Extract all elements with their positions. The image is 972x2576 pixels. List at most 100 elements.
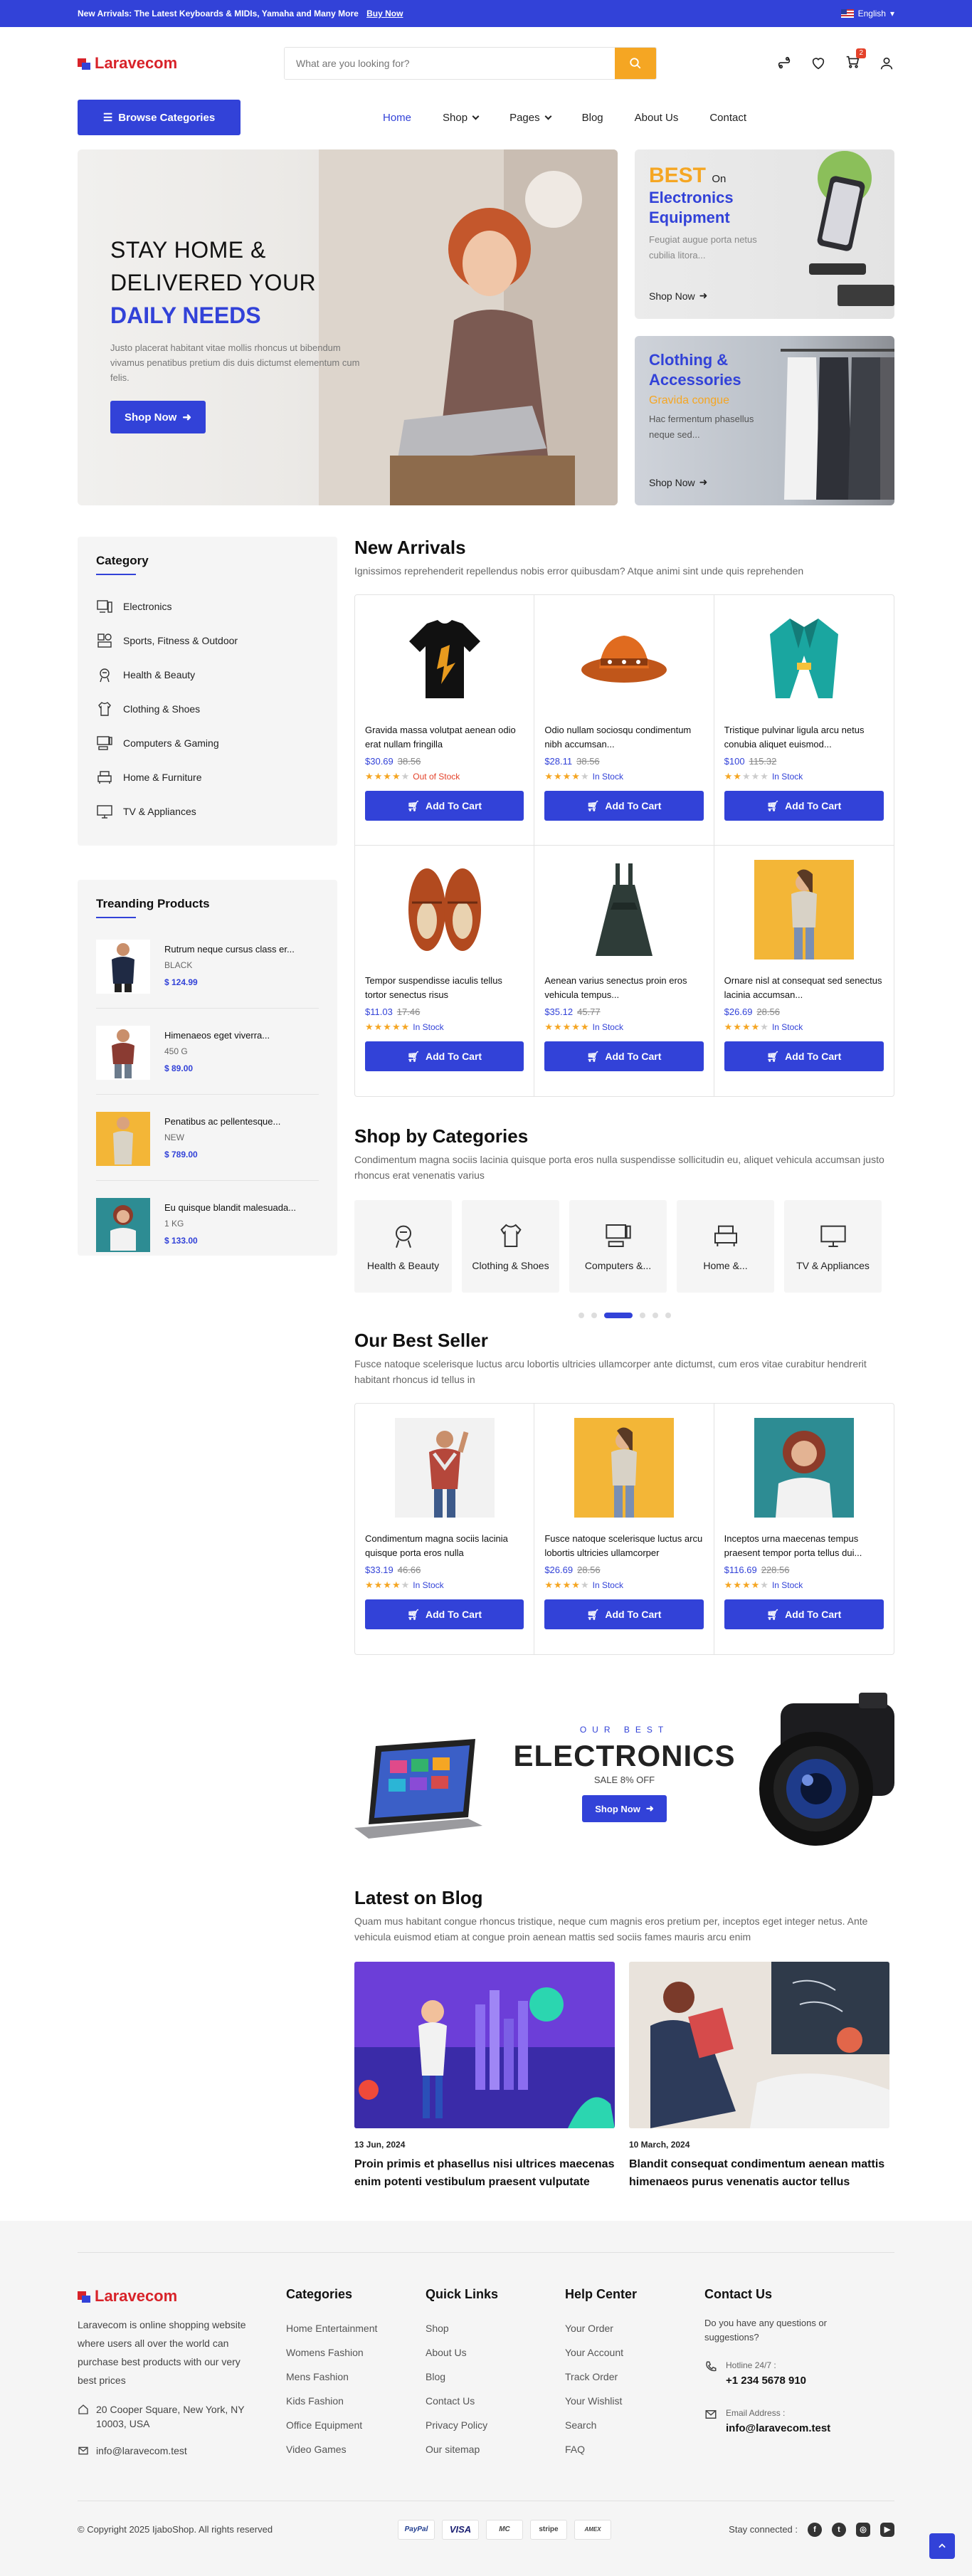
add-to-cart-button[interactable]: 🛒︎ Add To Cart bbox=[724, 791, 884, 821]
product-image[interactable] bbox=[754, 1418, 854, 1518]
category-item-home[interactable]: Home & Furniture bbox=[96, 760, 319, 794]
product-image[interactable] bbox=[574, 1418, 674, 1518]
trending-item[interactable]: Eu quisque blandit malesuada... 1 KG $ 133… bbox=[96, 1181, 319, 1266]
footer-logo[interactable]: Laravecom bbox=[78, 2287, 284, 2306]
promo2-shop-now-link[interactable]: Shop Now ➜ bbox=[649, 476, 707, 488]
add-to-cart-button[interactable]: 🛒︎ Add To Cart bbox=[544, 1599, 704, 1629]
product-name[interactable]: Gravida massa volutpat aenean odio erat … bbox=[365, 723, 524, 752]
footer-link[interactable]: Search bbox=[565, 2413, 704, 2437]
category-item-tv[interactable]: TV & Appliances bbox=[96, 794, 319, 829]
footer-link[interactable]: FAQ bbox=[565, 2437, 704, 2461]
hero-shop-now-button[interactable]: Shop Now ➜ bbox=[110, 401, 206, 433]
youtube-icon[interactable]: ▶ bbox=[880, 2522, 894, 2537]
compare-icon[interactable] bbox=[776, 56, 792, 71]
category-item-computers[interactable]: Computers & Gaming bbox=[96, 726, 319, 760]
product-name[interactable]: Aenean varius senectus proin eros vehicu… bbox=[544, 974, 703, 1002]
blog-post-title[interactable]: Blandit consequat condimentum aenean mat… bbox=[629, 2155, 889, 2191]
product-card[interactable]: Tempor suspendisse iaculis tellus tortor… bbox=[355, 846, 535, 1096]
browse-categories-button[interactable]: ☰ Browse Categories bbox=[78, 100, 241, 135]
blog-post-title[interactable]: Proin primis et phasellus nisi ultrices … bbox=[354, 2155, 615, 2191]
instagram-icon[interactable]: ◎ bbox=[856, 2522, 870, 2537]
category-card-clothing[interactable]: Clothing & Shoes bbox=[462, 1200, 559, 1293]
category-card-home[interactable]: Home &... bbox=[677, 1200, 774, 1293]
product-image[interactable] bbox=[754, 860, 854, 960]
promo-clothing[interactable]: Clothing & Accessories Gravida congue Ha… bbox=[635, 336, 894, 505]
banner-shop-now-button[interactable]: Shop Now ➜ bbox=[582, 1795, 667, 1822]
buy-now-link[interactable]: Buy Now bbox=[366, 9, 403, 19]
footer-link[interactable]: Privacy Policy bbox=[426, 2413, 565, 2437]
product-image[interactable] bbox=[754, 609, 854, 709]
category-item-electronics[interactable]: Electronics bbox=[96, 589, 319, 624]
user-account-icon[interactable] bbox=[879, 56, 894, 71]
search-button[interactable] bbox=[615, 48, 656, 79]
footer-link[interactable]: Your Order bbox=[565, 2316, 704, 2340]
trending-item[interactable]: Himenaeos eget viverra... 450 G $ 89.00 bbox=[96, 1009, 319, 1095]
add-to-cart-button[interactable]: 🛒︎ Add To Cart bbox=[544, 1041, 704, 1071]
footer-link[interactable]: Your Wishlist bbox=[565, 2389, 704, 2413]
logo[interactable]: Laravecom bbox=[78, 54, 284, 73]
product-card[interactable]: Gravida massa volutpat aenean odio erat … bbox=[355, 595, 535, 846]
footer-email[interactable]: info@laravecom.test bbox=[78, 2444, 286, 2458]
category-item-clothing[interactable]: Clothing & Shoes bbox=[96, 692, 319, 726]
footer-contact-email[interactable]: Email Address : info@laravecom.test bbox=[704, 2408, 894, 2434]
nav-item-about[interactable]: About Us bbox=[635, 112, 679, 124]
product-name[interactable]: Odio nullam sociosqu condimentum nibh ac… bbox=[544, 723, 703, 752]
category-item-sports[interactable]: Sports, Fitness & Outdoor bbox=[96, 624, 319, 658]
add-to-cart-button[interactable]: 🛒︎ Add To Cart bbox=[724, 1599, 884, 1629]
category-card-computers[interactable]: Computers &... bbox=[569, 1200, 667, 1293]
promo1-shop-now-link[interactable]: Shop Now ➜ bbox=[649, 290, 707, 302]
footer-link[interactable]: Home Entertainment bbox=[286, 2316, 426, 2340]
category-item-health[interactable]: Health & Beauty bbox=[96, 658, 319, 692]
trending-item[interactable]: Rutrum neque cursus class er... BLACK $ 12… bbox=[96, 922, 319, 1009]
footer-link[interactable]: Womens Fashion bbox=[286, 2340, 426, 2365]
product-image[interactable] bbox=[394, 1418, 495, 1518]
add-to-cart-button[interactable]: 🛒︎ Add To Cart bbox=[724, 1041, 884, 1071]
product-card[interactable]: Tristique pulvinar ligula arcu netus con… bbox=[714, 595, 894, 846]
footer-link[interactable]: About Us bbox=[426, 2340, 565, 2365]
category-card-tv[interactable]: TV & Appliances bbox=[784, 1200, 882, 1293]
add-to-cart-button[interactable]: 🛒︎ Add To Cart bbox=[365, 1599, 524, 1629]
footer-link[interactable]: Video Games bbox=[286, 2437, 426, 2461]
facebook-icon[interactable]: f bbox=[808, 2522, 822, 2537]
language-selector[interactable]: English ▾ bbox=[840, 9, 894, 19]
wishlist-heart-icon[interactable] bbox=[810, 56, 826, 71]
product-name[interactable]: Ornare nisl at consequat sed senectus la… bbox=[724, 974, 884, 1002]
carousel-dot[interactable] bbox=[665, 1313, 671, 1318]
footer-link[interactable]: Contact Us bbox=[426, 2389, 565, 2413]
product-card[interactable]: Odio nullam sociosqu condimentum nibh ac… bbox=[534, 595, 714, 846]
product-image[interactable] bbox=[395, 609, 495, 709]
product-name[interactable]: Tempor suspendisse iaculis tellus tortor… bbox=[365, 974, 524, 1002]
footer-link[interactable]: Shop bbox=[426, 2316, 565, 2340]
product-name[interactable]: Inceptos urna maecenas tempus praesent t… bbox=[724, 1532, 884, 1560]
product-card[interactable]: Fusce natoque scelerisque luctus arcu lo… bbox=[534, 1404, 714, 1654]
footer-link[interactable]: Kids Fashion bbox=[286, 2389, 426, 2413]
footer-link[interactable]: Office Equipment bbox=[286, 2413, 426, 2437]
footer-hotline[interactable]: Hotline 24/7 : +1 234 5678 910 bbox=[704, 2360, 894, 2387]
nav-item-home[interactable]: Home bbox=[383, 112, 411, 124]
carousel-dot[interactable] bbox=[639, 1313, 645, 1318]
product-image[interactable] bbox=[574, 609, 674, 709]
add-to-cart-button[interactable]: 🛒︎ Add To Cart bbox=[365, 1041, 524, 1071]
nav-item-blog[interactable]: Blog bbox=[582, 112, 603, 124]
blog-post[interactable]: 13 Jun, 2024 Proin primis et phasellus n… bbox=[354, 1962, 615, 2191]
footer-link[interactable]: Track Order bbox=[565, 2365, 704, 2389]
product-card[interactable]: Inceptos urna maecenas tempus praesent t… bbox=[714, 1404, 894, 1654]
product-name[interactable]: Condimentum magna sociis lacinia quisque… bbox=[365, 1532, 524, 1560]
cart-button[interactable]: 2 bbox=[845, 48, 866, 73]
nav-item-contact[interactable]: Contact bbox=[709, 112, 746, 124]
blog-post[interactable]: 10 March, 2024 Blandit consequat condime… bbox=[629, 1962, 889, 2191]
add-to-cart-button[interactable]: 🛒︎ Add To Cart bbox=[544, 791, 704, 821]
product-card[interactable]: Ornare nisl at consequat sed senectus la… bbox=[714, 846, 894, 1096]
nav-item-shop[interactable]: Shop bbox=[443, 112, 478, 124]
product-name[interactable]: Tristique pulvinar ligula arcu netus con… bbox=[724, 723, 884, 752]
trending-item[interactable]: Penatibus ac pellentesque... NEW $ 789.00 bbox=[96, 1095, 319, 1181]
carousel-dot-active[interactable] bbox=[603, 1313, 633, 1318]
product-name[interactable]: Fusce natoque scelerisque luctus arcu lo… bbox=[544, 1532, 703, 1560]
carousel-dot[interactable] bbox=[652, 1313, 658, 1318]
carousel-dot[interactable] bbox=[591, 1313, 597, 1318]
product-card[interactable]: Condimentum magna sociis lacinia quisque… bbox=[355, 1404, 535, 1654]
scroll-to-top-button[interactable] bbox=[929, 2533, 955, 2559]
product-image[interactable] bbox=[574, 860, 674, 960]
add-to-cart-button[interactable]: 🛒︎ Add To Cart bbox=[365, 791, 524, 821]
search-input[interactable] bbox=[285, 48, 615, 79]
